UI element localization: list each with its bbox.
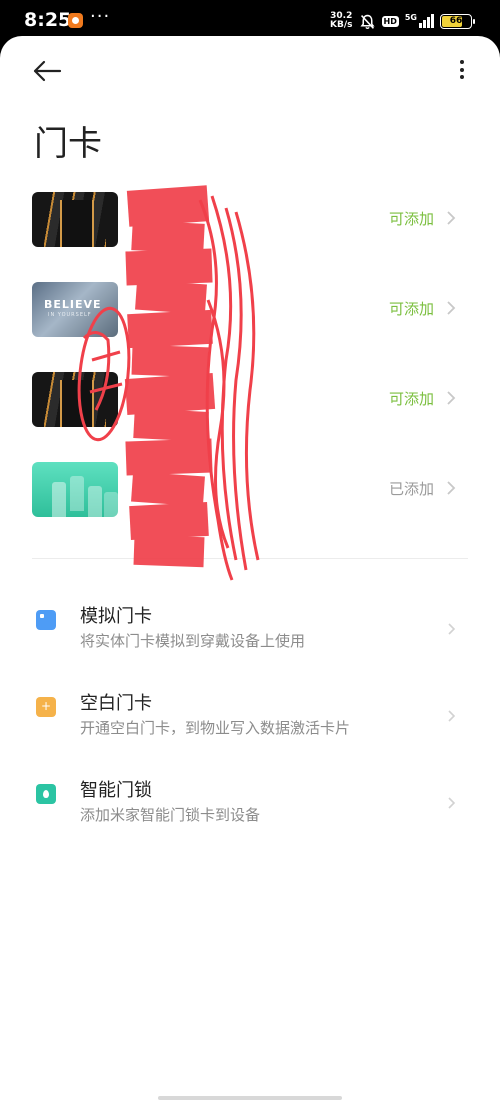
mute-bell-icon <box>359 14 375 29</box>
card-status: 可添加 <box>388 210 434 228</box>
card-status: 可添加 <box>388 300 434 318</box>
option-smart-lock[interactable]: 智能门锁 添加米家智能门锁卡到设备 <box>0 776 500 836</box>
page-title: 门卡 <box>34 124 102 164</box>
status-indicators: 30.2 KB/s HD 5G 66 <box>330 9 475 33</box>
chevron-right-icon <box>448 710 456 722</box>
option-subtitle: 开通空白门卡，到物业写入数据激活卡片 <box>80 719 351 737</box>
status-time: 8:25 <box>24 9 72 31</box>
divider <box>32 558 468 559</box>
chevron-right-icon <box>448 623 456 635</box>
card-status: 已添加 <box>388 480 434 498</box>
status-bar: 8:25 ··· 30.2 KB/s HD 5G 66 <box>0 0 500 40</box>
battery-level: 66 <box>449 15 463 26</box>
card-row[interactable]: 可添加 <box>0 192 500 252</box>
card-row[interactable]: 可添加 <box>0 372 500 432</box>
battery-icon: 66 <box>440 13 475 29</box>
chevron-right-icon <box>447 391 456 405</box>
card-thumbnail: BELIEVE IN YOURSELF <box>32 282 118 337</box>
chevron-right-icon <box>448 797 456 809</box>
network-speed-unit: KB/s <box>330 20 353 30</box>
signal-strength-icon <box>419 14 434 28</box>
door-card-panel: 门卡 可添加 BELIEVE IN YOURSELF 可添加 可添加 已添加 模… <box>0 36 500 1102</box>
option-subtitle: 添加米家智能门锁卡到设备 <box>80 806 261 824</box>
option-title: 模拟门卡 <box>80 606 152 627</box>
card-row[interactable]: BELIEVE IN YOURSELF 可添加 <box>0 282 500 342</box>
chevron-right-icon <box>447 481 456 495</box>
arrow-left-icon[interactable] <box>32 60 62 82</box>
card-status: 可添加 <box>388 390 434 408</box>
card-blue-icon <box>36 610 56 630</box>
option-title: 空白门卡 <box>80 693 152 714</box>
option-subtitle: 将实体门卡模拟到穿戴设备上使用 <box>80 632 306 650</box>
chevron-right-icon <box>447 211 456 225</box>
chevron-right-icon <box>447 301 456 315</box>
option-simulate-card[interactable]: 模拟门卡 将实体门卡模拟到穿戴设备上使用 <box>0 602 500 662</box>
hd-badge: HD <box>381 15 399 27</box>
lock-drop-icon <box>36 784 56 804</box>
app-notification-icon <box>68 13 83 28</box>
card-row[interactable]: 已添加 <box>0 462 500 522</box>
network-speed: 30.2 KB/s <box>330 12 352 30</box>
thumbnail-subtext: IN YOURSELF <box>48 312 92 318</box>
card-plus-icon <box>36 697 56 717</box>
thumbnail-text: BELIEVE <box>44 298 102 311</box>
option-blank-card[interactable]: 空白门卡 开通空白门卡，到物业写入数据激活卡片 <box>0 689 500 749</box>
home-indicator <box>158 1096 342 1100</box>
network-type: 5G <box>404 12 417 22</box>
card-thumbnail <box>32 192 118 247</box>
card-thumbnail <box>32 462 118 517</box>
card-thumbnail <box>32 372 118 427</box>
more-vertical-icon[interactable] <box>452 60 472 82</box>
more-notifications-icon: ··· <box>90 6 111 27</box>
option-title: 智能门锁 <box>80 780 152 801</box>
